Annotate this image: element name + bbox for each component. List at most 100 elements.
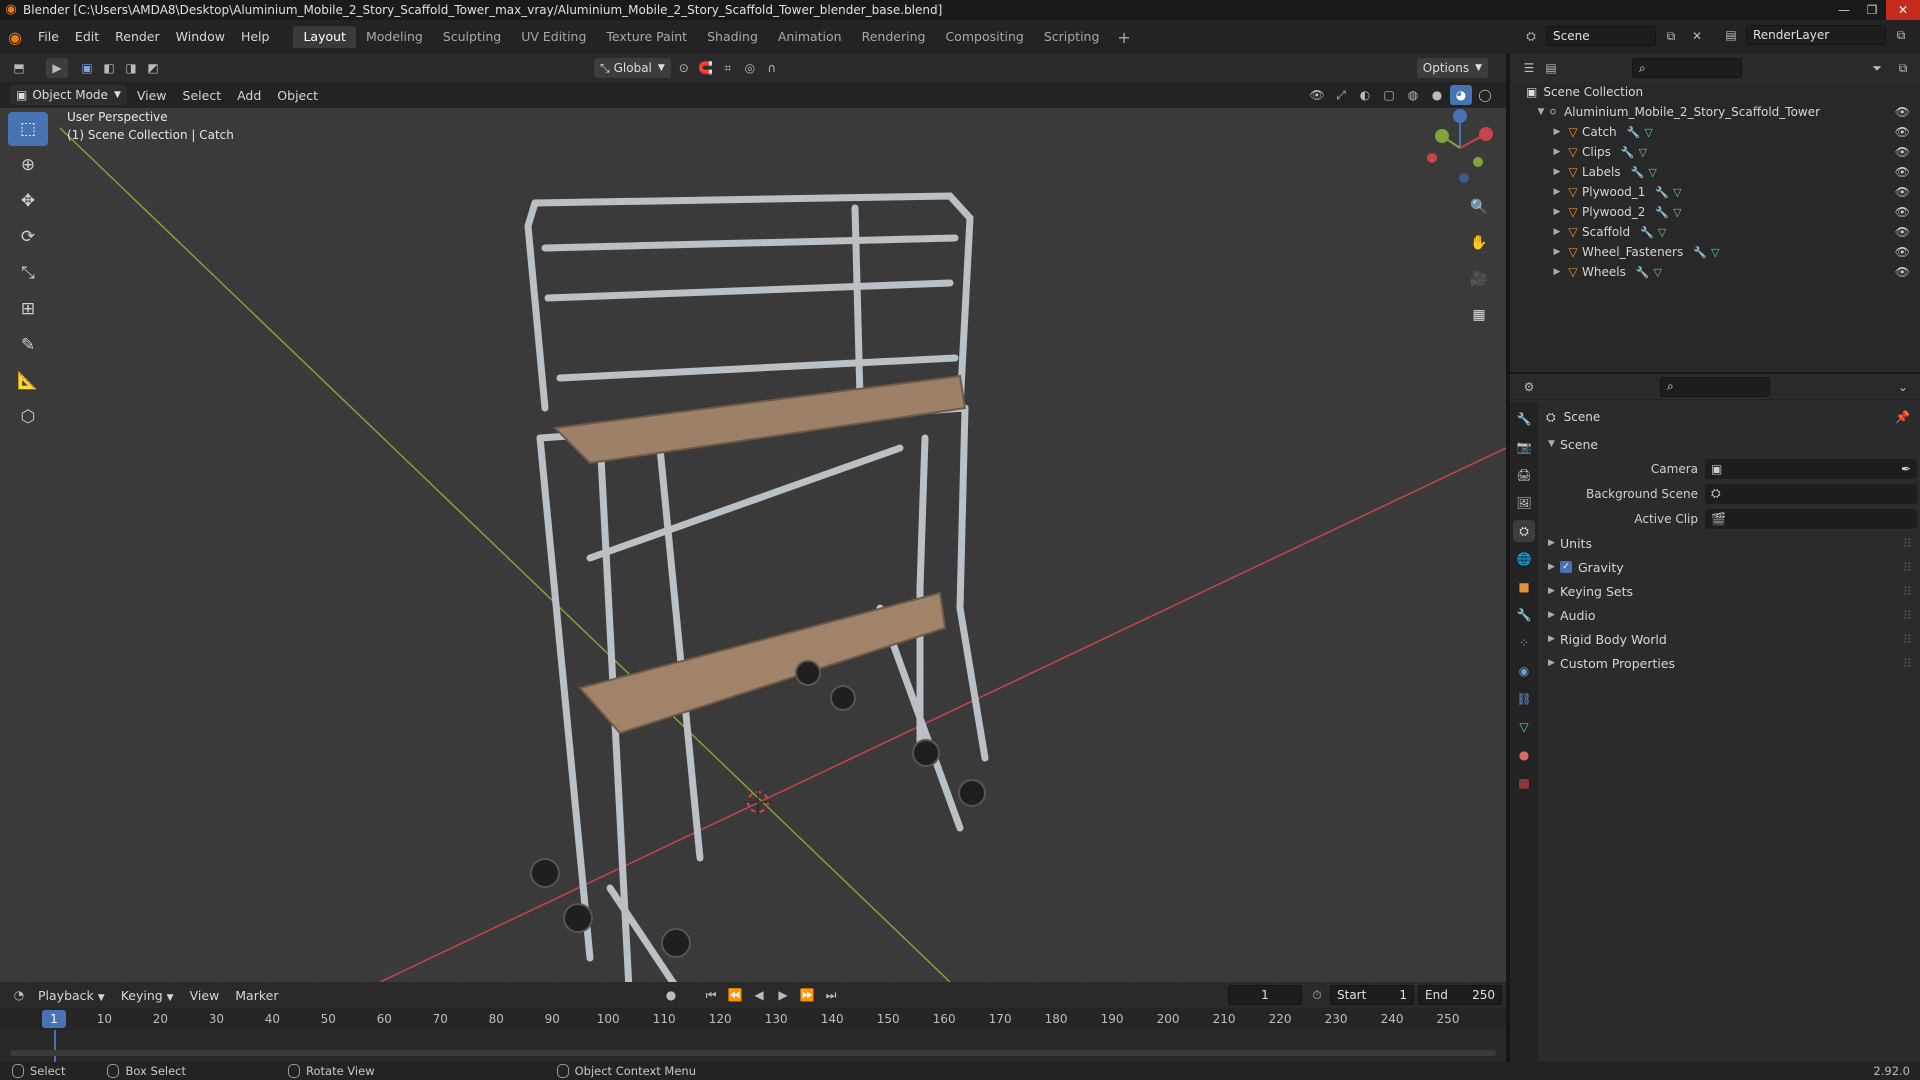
- rotate-tool-icon[interactable]: ⟳: [8, 220, 48, 254]
- mesh-data-icon[interactable]: ▽: [1658, 226, 1666, 239]
- eye-icon[interactable]: 👁: [1895, 225, 1910, 239]
- select-mode-extend-icon[interactable]: ◧: [98, 58, 120, 78]
- tab-animation[interactable]: Animation: [768, 26, 852, 48]
- timeline-body[interactable]: [0, 1030, 1506, 1062]
- snap-icon[interactable]: 🧲: [695, 58, 717, 78]
- properties-search-input[interactable]: ⌕: [1660, 376, 1770, 397]
- play-icon[interactable]: ▶: [772, 985, 794, 1005]
- texture-tab-icon[interactable]: ▩: [1513, 772, 1535, 794]
- play-reverse-icon[interactable]: ◀: [748, 985, 770, 1005]
- zoom-icon[interactable]: 🔍: [1466, 194, 1492, 220]
- modifier-wrench-icon[interactable]: 🔧 ▽: [1627, 126, 1653, 139]
- outliner-object-row[interactable]: ▶ ▽ Wheel_Fasteners 🔧 ▽ 👁: [1510, 242, 1920, 262]
- eye-icon[interactable]: 👁: [1895, 125, 1910, 139]
- drag-handle-icon[interactable]: ⠿: [1903, 632, 1912, 647]
- orientation-dropdown[interactable]: ⤡ Global ▼: [594, 58, 671, 78]
- tab-uv-editing[interactable]: UV Editing: [511, 26, 596, 48]
- eye-icon[interactable]: 👁: [1895, 265, 1910, 279]
- drag-handle-icon[interactable]: ⠿: [1903, 536, 1912, 551]
- add-workspace-button[interactable]: +: [1109, 28, 1138, 47]
- scene-panel-header[interactable]: ▼ Scene: [1538, 432, 1920, 456]
- mesh-data-icon[interactable]: ▽: [1644, 126, 1652, 139]
- move-tool-icon[interactable]: ✥: [8, 184, 48, 218]
- mesh-data-icon[interactable]: ▽: [1639, 146, 1647, 159]
- outliner-root[interactable]: ▣ Scene Collection: [1510, 82, 1920, 102]
- panel-keying-sets[interactable]: ▶ Keying Sets ⠿: [1538, 579, 1920, 603]
- minimize-button[interactable]: —: [1830, 0, 1858, 20]
- editor-type-icon[interactable]: ⬒: [8, 58, 30, 78]
- expand-right-icon[interactable]: ▶: [1550, 147, 1564, 157]
- tab-rendering[interactable]: Rendering: [852, 26, 936, 48]
- expand-right-icon[interactable]: ▶: [1550, 167, 1564, 177]
- modifier-wrench-icon[interactable]: 🔧 ▽: [1631, 166, 1657, 179]
- menu-select[interactable]: Select: [175, 88, 230, 103]
- expand-right-icon[interactable]: ▶: [1550, 207, 1564, 217]
- pivot-point-icon[interactable]: ⊙: [673, 58, 695, 78]
- mesh-data-icon[interactable]: ▽: [1711, 246, 1719, 259]
- world-tab-icon[interactable]: 🌐: [1513, 548, 1535, 570]
- modifier-wrench-icon[interactable]: 🔧 ▽: [1640, 226, 1666, 239]
- modifiers-tab-icon[interactable]: 🔧: [1513, 604, 1535, 626]
- close-button[interactable]: ✕: [1886, 0, 1920, 20]
- mesh-data-icon[interactable]: ▽: [1648, 166, 1656, 179]
- select-mode-invert-icon[interactable]: ◩: [142, 58, 164, 78]
- snap-target-icon[interactable]: ⌗: [717, 58, 739, 78]
- pin-icon[interactable]: 📌: [1895, 410, 1910, 424]
- modifier-wrench-icon[interactable]: 🔧 ▽: [1655, 186, 1681, 199]
- eye-icon[interactable]: 👁: [1895, 145, 1910, 159]
- 3d-viewport[interactable]: [0, 108, 1506, 982]
- expand-right-icon[interactable]: ▶: [1550, 267, 1564, 277]
- new-scene-icon[interactable]: ⧉: [1660, 26, 1682, 46]
- maximize-button[interactable]: ❐: [1858, 0, 1886, 20]
- menu-timeline-view[interactable]: View: [182, 988, 228, 1003]
- tab-sculpting[interactable]: Sculpting: [433, 26, 511, 48]
- menu-keying[interactable]: Keying ▼: [113, 988, 182, 1003]
- active-clip-field[interactable]: 🎬: [1705, 508, 1917, 529]
- outliner-object-row[interactable]: ▶ ▽ Scaffold 🔧 ▽ 👁: [1510, 222, 1920, 242]
- timeline-scrollbar[interactable]: [10, 1050, 1496, 1056]
- drag-handle-icon[interactable]: ⠿: [1903, 584, 1912, 599]
- scene-name-field[interactable]: Scene: [1546, 26, 1656, 46]
- falloff-icon[interactable]: ∩: [761, 58, 783, 78]
- panel-custom-properties[interactable]: ▶ Custom Properties ⠿: [1538, 651, 1920, 675]
- xray-toggle-icon[interactable]: ▢: [1378, 85, 1400, 105]
- panel-units[interactable]: ▶ Units ⠿: [1538, 531, 1920, 555]
- particles-tab-icon[interactable]: ⁘: [1513, 632, 1535, 654]
- output-tab-icon[interactable]: 🖨: [1513, 464, 1535, 486]
- outliner-object-row[interactable]: ▶ ▽ Plywood_2 🔧 ▽ 👁: [1510, 202, 1920, 222]
- constraints-tab-icon[interactable]: ⛓: [1513, 688, 1535, 710]
- new-collection-icon[interactable]: ⧉: [1892, 58, 1914, 78]
- current-frame-field[interactable]: 1: [1228, 985, 1302, 1005]
- mesh-data-icon[interactable]: ▽: [1654, 266, 1662, 279]
- eye-icon[interactable]: 👁: [1895, 105, 1910, 119]
- gizmo-toggle-icon[interactable]: ⤢: [1330, 85, 1352, 105]
- render-layer-field[interactable]: RenderLayer: [1746, 25, 1886, 45]
- jump-keyframe-forward-icon[interactable]: ⏩: [796, 985, 818, 1005]
- tab-texture-paint[interactable]: Texture Paint: [596, 26, 697, 48]
- modifier-wrench-icon[interactable]: 🔧 ▽: [1636, 266, 1662, 279]
- outliner-object-row[interactable]: ▶ ▽ Catch 🔧 ▽ 👁: [1510, 122, 1920, 142]
- measure-tool-icon[interactable]: 📐: [8, 364, 48, 398]
- outliner-editor-icon[interactable]: ☰: [1518, 58, 1540, 78]
- drag-handle-icon[interactable]: ⠿: [1903, 608, 1912, 623]
- add-cube-tool-icon[interactable]: ⬡: [8, 400, 48, 434]
- drag-handle-icon[interactable]: ⠿: [1903, 560, 1912, 575]
- eye-icon[interactable]: 👁: [1895, 205, 1910, 219]
- menu-add[interactable]: Add: [229, 88, 269, 103]
- timeline-ruler[interactable]: 1 10 20 30 40 50 60 70 80 90 100 110 120 130 140 150 160…: [0, 1008, 1506, 1030]
- tab-layout[interactable]: Layout: [293, 26, 356, 48]
- render-tab-icon[interactable]: 📷: [1513, 436, 1535, 458]
- new-view-layer-icon[interactable]: ⧉: [1890, 25, 1912, 45]
- background-scene-field[interactable]: ⛭: [1705, 483, 1917, 504]
- viewport-canvas[interactable]: [0, 108, 1506, 982]
- outliner-object-row[interactable]: ▶ ▽ Clips 🔧 ▽ 👁: [1510, 142, 1920, 162]
- tab-compositing[interactable]: Compositing: [935, 26, 1033, 48]
- blender-menu-icon[interactable]: ◉: [0, 28, 30, 47]
- camera-field[interactable]: ▣ ✒: [1705, 458, 1917, 479]
- preview-range-icon[interactable]: ⏱: [1306, 985, 1328, 1005]
- modifier-wrench-icon[interactable]: 🔧 ▽: [1655, 206, 1681, 219]
- menu-edit[interactable]: Edit: [67, 25, 107, 49]
- proportional-editing-icon[interactable]: ◎: [739, 58, 761, 78]
- tool-tab-icon[interactable]: 🔧: [1513, 408, 1535, 430]
- tab-scripting[interactable]: Scripting: [1034, 26, 1110, 48]
